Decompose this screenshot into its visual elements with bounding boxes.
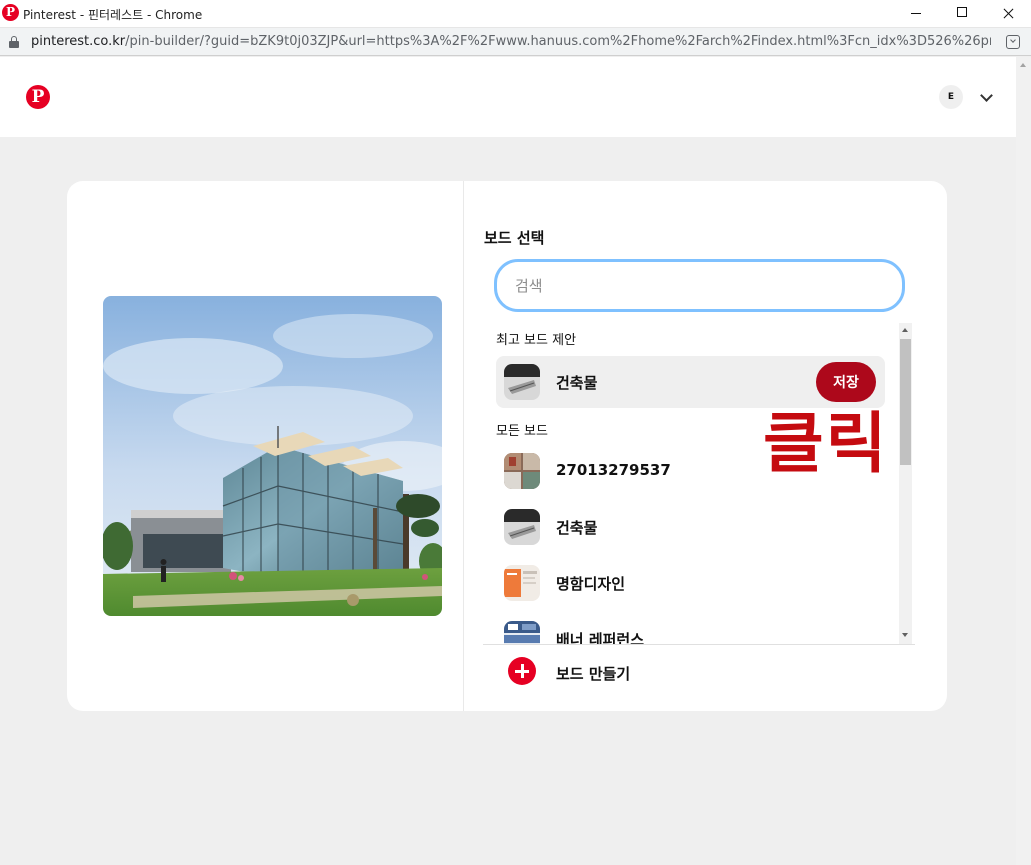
avatar[interactable]: E bbox=[939, 85, 963, 109]
scroll-up-arrow-icon[interactable] bbox=[1020, 63, 1026, 67]
board-select-title: 보드 선택 bbox=[484, 229, 545, 247]
banner-thumbnail bbox=[504, 621, 540, 645]
scroll-down-arrow-icon[interactable] bbox=[902, 633, 908, 637]
building-sketch-thumbnail bbox=[504, 364, 540, 400]
window-titlebar: P Pinterest - 핀터레스트 - Chrome bbox=[0, 0, 1031, 28]
url-host: pinterest.co.kr bbox=[31, 34, 126, 49]
board-search-input[interactable] bbox=[494, 259, 905, 312]
photo-collage-thumbnail bbox=[504, 453, 540, 489]
board-thumbnail bbox=[504, 509, 540, 545]
building-sketch-thumbnail bbox=[504, 509, 540, 545]
top-suggestion-board-row[interactable]: 건축물 저장 bbox=[496, 356, 885, 408]
scroll-up-arrow-icon[interactable] bbox=[902, 328, 908, 332]
board-row[interactable]: 건축물 bbox=[496, 501, 885, 553]
maximize-button[interactable] bbox=[939, 0, 985, 28]
click-annotation: 클릭 bbox=[763, 405, 889, 482]
pinterest-favicon-icon: P bbox=[2, 4, 19, 21]
page-scrollbar[interactable] bbox=[1016, 57, 1031, 865]
minimize-button[interactable] bbox=[893, 0, 939, 28]
board-list: 최고 보드 제안 건축물 저장 모든 보드 27013279537 건축물 명함… bbox=[493, 323, 914, 645]
save-button[interactable]: 저장 bbox=[816, 362, 876, 402]
url-text[interactable]: pinterest.co.kr/pin-builder/?guid=bZK9t0… bbox=[31, 34, 991, 49]
board-name: 건축물 bbox=[556, 519, 598, 537]
all-boards-label: 모든 보드 bbox=[496, 424, 548, 439]
board-row[interactable]: 배너 레퍼런스 bbox=[496, 613, 885, 645]
board-thumbnail bbox=[504, 364, 540, 400]
board-thumbnail bbox=[504, 453, 540, 489]
board-name: 27013279537 bbox=[556, 461, 671, 479]
pin-image bbox=[103, 296, 442, 616]
create-board-label: 보드 만들기 bbox=[556, 665, 631, 683]
chevron-down-icon[interactable] bbox=[980, 89, 993, 102]
board-list-scrollbar[interactable] bbox=[899, 323, 912, 645]
address-bar[interactable]: pinterest.co.kr/pin-builder/?guid=bZK9t0… bbox=[0, 28, 1031, 56]
close-window-button[interactable] bbox=[985, 0, 1031, 28]
site-header: P E bbox=[0, 57, 1016, 137]
board-name: 건축물 bbox=[556, 374, 598, 392]
card-divider bbox=[463, 181, 464, 711]
maximize-icon bbox=[957, 7, 967, 17]
minimize-icon bbox=[911, 13, 921, 14]
board-row[interactable]: 명함디자인 bbox=[496, 557, 885, 609]
create-board-button[interactable]: 보드 만들기 bbox=[483, 644, 915, 706]
board-name: 배너 레퍼런스 bbox=[556, 631, 645, 645]
glass-building-photo bbox=[103, 296, 442, 616]
top-suggestion-label: 최고 보드 제안 bbox=[496, 333, 577, 348]
orange-card-thumbnail bbox=[504, 565, 540, 601]
board-thumbnail bbox=[504, 565, 540, 601]
plus-icon bbox=[508, 657, 536, 685]
scrollbar-thumb[interactable] bbox=[900, 339, 911, 465]
board-thumbnail bbox=[504, 621, 540, 645]
url-path: /pin-builder/?guid=bZK9t0j03ZJP&url=http… bbox=[125, 34, 991, 49]
download-icon[interactable] bbox=[1006, 35, 1020, 49]
board-name: 명함디자인 bbox=[556, 575, 626, 593]
lock-icon bbox=[9, 36, 19, 48]
window-title: Pinterest - 핀터레스트 - Chrome bbox=[23, 8, 203, 22]
pinterest-logo-icon[interactable]: P bbox=[26, 85, 50, 109]
